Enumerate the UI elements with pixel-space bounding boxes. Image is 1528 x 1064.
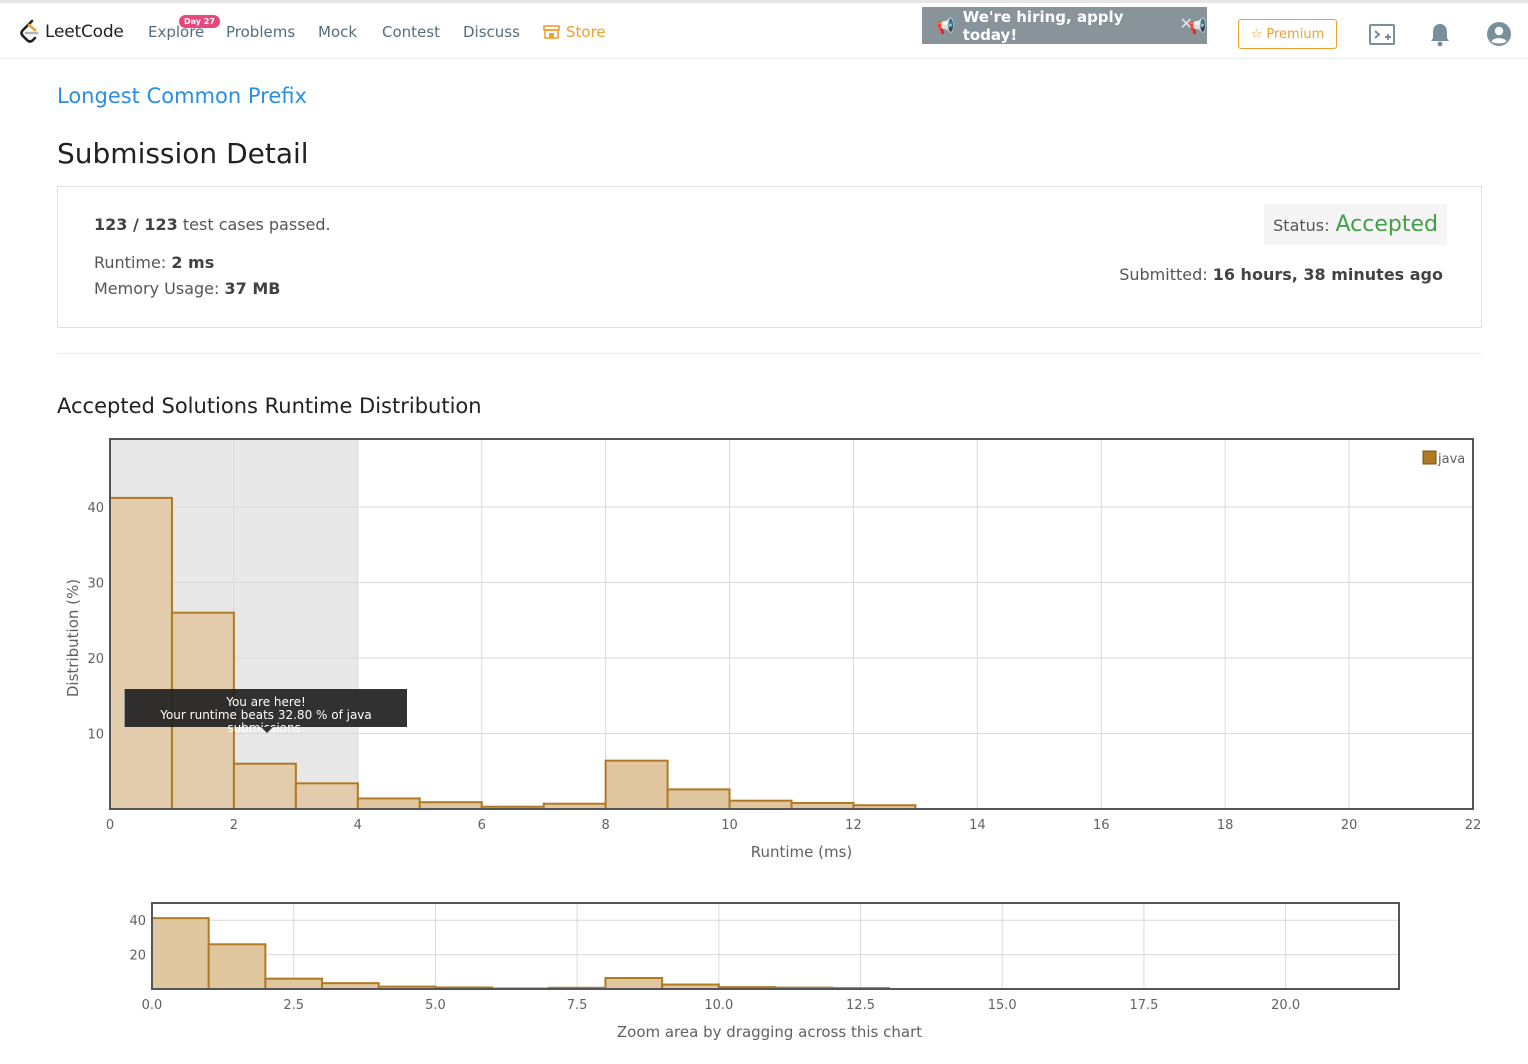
x-axis-label: Runtime (ms) xyxy=(751,843,853,861)
nav-x-tick-label: 12.5 xyxy=(846,998,875,1013)
y-tick-label: 20 xyxy=(87,652,104,667)
histogram-bar xyxy=(418,801,483,811)
legend-label: java xyxy=(1437,452,1465,467)
histogram-bar xyxy=(294,782,359,811)
x-tick-label: 14 xyxy=(969,818,986,833)
x-tick-label: 4 xyxy=(354,818,362,833)
y-axis-label: Distribution (%) xyxy=(64,579,82,697)
runtime-distribution-chart[interactable]: 0 2 4 6 8 10 12 14 16 18 20 22 10 20 30 40 Runtime (ms) D… xyxy=(0,0,1528,1064)
histogram-bar xyxy=(604,759,669,810)
histogram-bar xyxy=(232,762,297,810)
x-tick-label: 20 xyxy=(1341,818,1358,833)
x-tick-label: 16 xyxy=(1093,818,1110,833)
x-tick-label: 22 xyxy=(1465,818,1482,833)
x-tick-label: 6 xyxy=(478,818,486,833)
x-tick-label: 12 xyxy=(845,818,862,833)
nav-x-tick-label: 5.0 xyxy=(425,998,446,1013)
nav-x-tick-label: 17.5 xyxy=(1129,998,1158,1013)
nav-histogram-bar xyxy=(207,943,267,991)
histogram-bar xyxy=(109,496,173,810)
y-tick-label: 30 xyxy=(87,576,104,591)
nav-zoom-label: Zoom area by dragging across this chart xyxy=(617,1023,922,1041)
nav-plot-border xyxy=(151,902,1400,990)
nav-x-tick-label: 0.0 xyxy=(142,998,163,1013)
tooltip-arrow xyxy=(261,727,273,733)
x-tick-label: 2 xyxy=(230,818,238,833)
y-tick-label: 10 xyxy=(87,727,104,742)
x-tick-label: 0 xyxy=(106,818,114,833)
legend-swatch xyxy=(1422,450,1437,465)
x-tick-label: 10 xyxy=(721,818,738,833)
nav-x-tick-label: 15.0 xyxy=(988,998,1017,1013)
runtime-tooltip: You are here! Your runtime beats 32.80 %… xyxy=(124,689,407,735)
histogram-bar xyxy=(356,797,421,811)
histogram-bar xyxy=(666,788,731,811)
nav-histogram-bar xyxy=(264,977,324,990)
x-tick-label: 8 xyxy=(601,818,609,833)
nav-histogram-bar xyxy=(151,917,210,990)
x-tick-label: 18 xyxy=(1217,818,1234,833)
histogram-bar xyxy=(728,799,793,810)
nav-x-tick-label: 20.0 xyxy=(1271,998,1300,1013)
nav-histogram-bar xyxy=(604,976,664,991)
y-tick-label: 40 xyxy=(87,501,104,516)
nav-x-tick-label: 7.5 xyxy=(567,998,588,1013)
nav-x-tick-label: 10.0 xyxy=(704,998,733,1013)
nav-x-tick-label: 2.5 xyxy=(283,998,304,1013)
nav-y-tick-label: 20 xyxy=(129,949,146,964)
nav-y-tick-label: 40 xyxy=(129,914,146,929)
